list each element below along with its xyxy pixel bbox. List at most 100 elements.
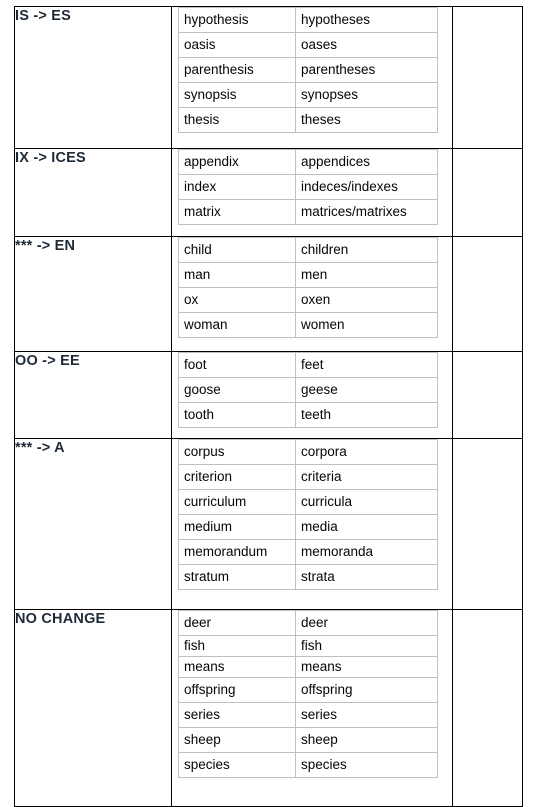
word-pair-row: man men (178, 262, 438, 288)
plural-cell: teeth (295, 402, 438, 428)
word-pair-table: corpus corpora criterion criteria curriculum… (178, 439, 438, 590)
word-pair-row: thesis theses (178, 107, 438, 133)
plural-cell: theses (295, 107, 438, 133)
word-pair-row: child children (178, 237, 438, 263)
singular-cell: index (178, 174, 296, 200)
plural-cell: women (295, 312, 438, 338)
word-pair-row: sheep sheep (178, 726, 438, 753)
word-pair-row: species species (178, 751, 438, 778)
word-pair-row: criterion criteria (178, 464, 438, 490)
word-pair-row: matrix matrices/matrixes (178, 199, 438, 225)
singular-cell: stratum (178, 564, 296, 590)
word-pair-row: medium media (178, 514, 438, 540)
word-pair-row: oasis oases (178, 32, 438, 58)
word-pair-row: corpus corpora (178, 439, 438, 465)
word-pair-table: appendix appendices index indeces/indexes ma… (178, 149, 438, 225)
rule-label-cell: IX -> ICES (14, 148, 172, 237)
rule-label: *** -> EN (15, 238, 76, 254)
word-pair-row: appendix appendices (178, 149, 438, 175)
rule-label-cell: *** -> A (14, 438, 172, 610)
plural-cell: feet (295, 352, 438, 378)
singular-cell: parenthesis (178, 57, 296, 83)
singular-cell: fish (178, 635, 296, 657)
rule-section-row: *** -> EN child children man men ox oxen woman w… (14, 236, 523, 352)
plural-cell: children (295, 237, 438, 263)
word-pair-row: memorandum memoranda (178, 539, 438, 565)
plural-cell: fish (295, 635, 438, 657)
word-pair-table: child children man men ox oxen woman women (178, 237, 438, 338)
singular-cell: foot (178, 352, 296, 378)
rule-section-row: IS -> ES hypothesis hypotheses oasis oases pa… (14, 6, 523, 149)
word-pair-table: deer deer fish fish means means offspring offsp… (178, 610, 438, 778)
singular-cell: series (178, 701, 296, 728)
plural-cell: curricula (295, 489, 438, 515)
singular-cell: criterion (178, 464, 296, 490)
singular-cell: hypothesis (178, 7, 296, 33)
plural-cell: parentheses (295, 57, 438, 83)
rule-label: *** -> A (15, 440, 65, 456)
plural-cell: criteria (295, 464, 438, 490)
word-pair-row: fish fish (178, 635, 438, 657)
singular-cell: matrix (178, 199, 296, 225)
word-pairs-cell: hypothesis hypotheses oasis oases parenthesi… (171, 6, 453, 149)
singular-cell: man (178, 262, 296, 288)
singular-cell: species (178, 751, 296, 778)
rules-table-body: IS -> ES hypothesis hypotheses oasis oases pa… (14, 6, 523, 807)
word-pair-table: hypothesis hypotheses oasis oases parenthesi… (178, 7, 438, 133)
singular-cell: means (178, 655, 296, 678)
plural-cell: corpora (295, 439, 438, 465)
word-pair-row: series series (178, 701, 438, 728)
rule-label-cell: NO CHANGE (14, 609, 172, 807)
word-pair-row: ox oxen (178, 287, 438, 313)
word-pair-row: foot feet (178, 352, 438, 378)
empty-cell (452, 6, 523, 149)
singular-cell: goose (178, 377, 296, 403)
plural-cell: oases (295, 32, 438, 58)
plural-cell: men (295, 262, 438, 288)
plural-cell: species (295, 751, 438, 778)
singular-cell: offspring (178, 676, 296, 703)
word-pair-row: stratum strata (178, 564, 438, 590)
rule-label: IX -> ICES (15, 150, 86, 166)
singular-cell: thesis (178, 107, 296, 133)
rule-label-cell: IS -> ES (14, 6, 172, 149)
word-pair-row: hypothesis hypotheses (178, 7, 438, 33)
word-pairs-cell: deer deer fish fish means means offspring offsp… (171, 609, 453, 807)
singular-cell: synopsis (178, 82, 296, 108)
plural-cell: media (295, 514, 438, 540)
empty-cell (452, 609, 523, 807)
plural-cell: geese (295, 377, 438, 403)
singular-cell: medium (178, 514, 296, 540)
plural-cell: sheep (295, 726, 438, 753)
singular-cell: deer (178, 610, 296, 636)
word-pairs-cell: appendix appendices index indeces/indexes ma… (171, 148, 453, 237)
rule-section-row: OO -> EE foot feet goose geese tooth teeth (14, 351, 523, 439)
word-pairs-cell: child children man men ox oxen woman women (171, 236, 453, 352)
plural-cell: hypotheses (295, 7, 438, 33)
word-pair-row: curriculum curricula (178, 489, 438, 515)
plural-cell: indeces/indexes (295, 174, 438, 200)
singular-cell: tooth (178, 402, 296, 428)
plural-cell: means (295, 655, 438, 678)
plural-cell: matrices/matrixes (295, 199, 438, 225)
word-pairs-cell: corpus corpora criterion criteria curriculum… (171, 438, 453, 610)
rule-section-row: IX -> ICES appendix appendices index indeces… (14, 148, 523, 237)
word-pairs-cell: foot feet goose geese tooth teeth (171, 351, 453, 439)
word-pair-row: deer deer (178, 610, 438, 636)
rule-label-cell: *** -> EN (14, 236, 172, 352)
word-pair-row: goose geese (178, 377, 438, 403)
word-pair-row: tooth teeth (178, 402, 438, 428)
word-pair-row: parenthesis parentheses (178, 57, 438, 83)
word-pair-table: foot feet goose geese tooth teeth (178, 352, 438, 428)
singular-cell: memorandum (178, 539, 296, 565)
singular-cell: sheep (178, 726, 296, 753)
singular-cell: child (178, 237, 296, 263)
word-pair-row: means means (178, 655, 438, 678)
empty-cell (452, 438, 523, 610)
plural-cell: synopses (295, 82, 438, 108)
plural-cell: oxen (295, 287, 438, 313)
rule-section-row: *** -> A corpus corpora criterion criteria cu… (14, 438, 523, 610)
plural-cell: appendices (295, 149, 438, 175)
singular-cell: corpus (178, 439, 296, 465)
singular-cell: appendix (178, 149, 296, 175)
